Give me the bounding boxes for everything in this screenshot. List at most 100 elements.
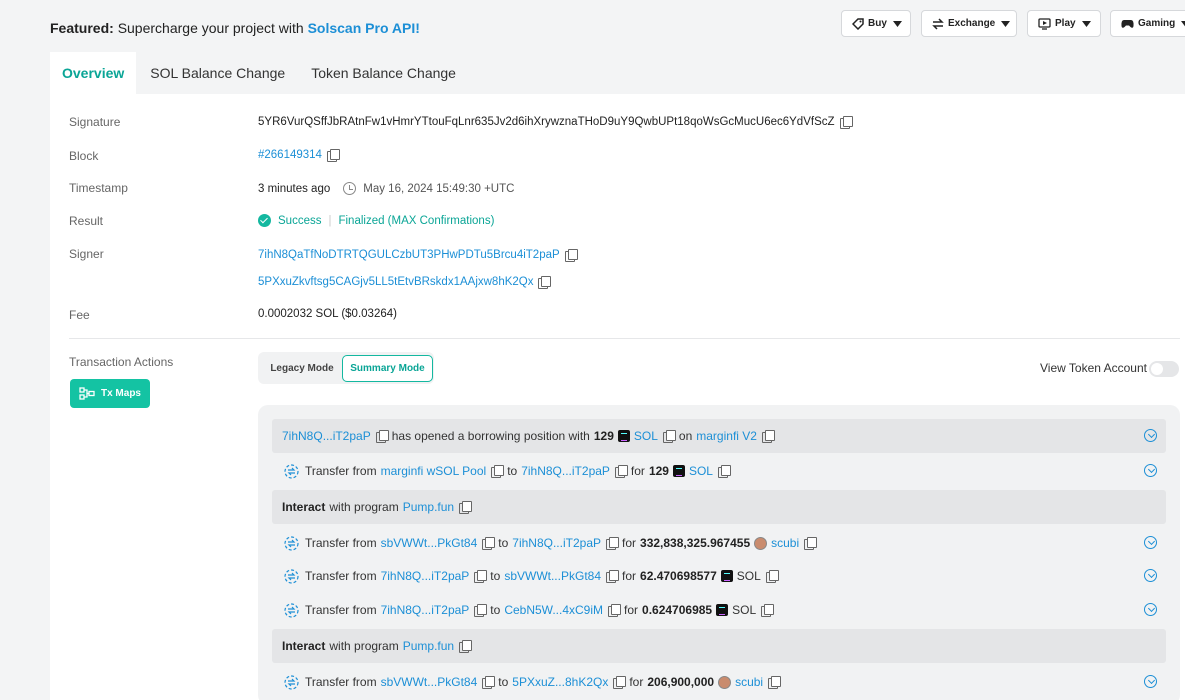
program-link[interactable]: Pump.fun <box>403 500 454 514</box>
from-link[interactable]: marginfi wSOL Pool <box>381 464 487 478</box>
transfer-text: Transfer from <box>305 536 377 550</box>
transfer-icon <box>284 463 299 479</box>
play-icon <box>1038 17 1051 30</box>
copy-icon[interactable] <box>761 430 775 443</box>
copy-icon[interactable] <box>491 465 505 478</box>
signature-row: 5YR6VurQSffJbRAtnFw1vHmrYTtouFqLnr635Jv2… <box>258 116 853 129</box>
tag-icon <box>852 17 864 30</box>
tx-maps-button[interactable]: Tx Maps <box>70 379 150 408</box>
token-link[interactable]: SOL <box>634 429 658 443</box>
to-text: to <box>507 464 518 478</box>
copy-icon[interactable] <box>606 570 619 583</box>
token-label: SOL <box>732 603 757 617</box>
view-token-account-toggle[interactable] <box>1149 361 1179 377</box>
to-link[interactable]: 7ihN8Q...iT2paP <box>521 464 610 478</box>
signature-value: 5YR6VurQSffJbRAtnFw1vHmrYTtouFqLnr635Jv2… <box>258 116 835 128</box>
signer-link-2[interactable]: 5PXxuZkvftsg5CAGjv5LL5tEtvBRskdx1AAjxw8h… <box>258 276 533 288</box>
summary-mode-button[interactable]: Summary Mode <box>342 355 433 382</box>
from-link[interactable]: sbVWWt...PkGt84 <box>381 536 478 550</box>
legacy-mode-button[interactable]: Legacy Mode <box>261 355 343 382</box>
from-link[interactable]: sbVWWt...PkGt84 <box>381 675 478 689</box>
copy-icon[interactable] <box>474 604 488 617</box>
sol-token-icon <box>617 430 630 442</box>
featured-link[interactable]: Solscan Pro API! <box>308 20 420 36</box>
chevron-down-circle-icon[interactable] <box>1144 603 1157 616</box>
result-row: Success | Finalized (MAX Confirmations) <box>258 214 494 227</box>
buy-label: Buy <box>868 18 887 29</box>
copy-icon[interactable] <box>564 249 578 262</box>
gaming-label: Gaming <box>1138 18 1176 29</box>
address-link[interactable]: 7ihN8Q...iT2paP <box>282 429 371 443</box>
copy-icon[interactable] <box>768 676 782 689</box>
copy-icon[interactable] <box>474 570 488 583</box>
action-row: Transfer from sbVWWt...PkGt84 to 7ihN8Q.… <box>272 526 1166 560</box>
token-link[interactable]: scubi <box>771 536 799 550</box>
action-row: Transfer from marginfi wSOL Pool to 7ihN… <box>272 454 1166 488</box>
from-link[interactable]: 7ihN8Q...iT2paP <box>381 569 470 583</box>
copy-icon[interactable] <box>326 149 340 162</box>
copy-icon[interactable] <box>459 501 473 514</box>
platform-link[interactable]: marginfi V2 <box>696 429 757 443</box>
amount: 206,900,000 <box>647 675 715 689</box>
chevron-down-circle-icon[interactable] <box>1144 569 1157 582</box>
sol-token-icon <box>672 465 685 477</box>
tab-overview[interactable]: Overview <box>50 52 137 94</box>
signer-row-2: 5PXxuZkvftsg5CAGjv5LL5tEtvBRskdx1AAjxw8h… <box>258 276 552 289</box>
copy-icon[interactable] <box>765 570 779 583</box>
play-button[interactable]: Play <box>1027 10 1101 37</box>
for-text: for <box>622 569 637 583</box>
program-link[interactable]: Pump.fun <box>403 639 454 653</box>
for-text: for <box>629 675 644 689</box>
copy-icon[interactable] <box>538 276 552 289</box>
copy-icon[interactable] <box>613 676 627 689</box>
token-link[interactable]: scubi <box>735 675 763 689</box>
copy-icon[interactable] <box>482 537 496 550</box>
to-link[interactable]: 7ihN8Q...iT2paP <box>512 536 601 550</box>
copy-icon[interactable] <box>717 465 731 478</box>
gaming-button[interactable]: Gaming <box>1110 10 1185 37</box>
top-bar: Featured: Supercharge your project with … <box>0 0 1185 50</box>
tab-sol-balance-change[interactable]: SOL Balance Change <box>136 52 297 94</box>
from-link[interactable]: 7ihN8Q...iT2paP <box>381 603 470 617</box>
block-row: #266149314 <box>258 149 340 162</box>
block-label: Block <box>69 149 99 163</box>
check-circle-icon <box>258 214 271 227</box>
on-text: on <box>678 429 693 443</box>
chevron-down-icon <box>1081 20 1091 27</box>
timestamp-row: 3 minutes ago May 16, 2024 15:49:30 +UTC <box>258 182 514 195</box>
chevron-down-circle-icon[interactable] <box>1144 675 1157 688</box>
timestamp-label: Timestamp <box>69 181 128 195</box>
action-row: Transfer from sbVWWt...PkGt84 to 5PXxuZ.… <box>272 665 1166 699</box>
chevron-down-circle-icon[interactable] <box>1144 429 1157 442</box>
chevron-down-circle-icon[interactable] <box>1144 464 1157 477</box>
tabs: Overview SOL Balance Change Token Balanc… <box>50 52 468 94</box>
copy-icon[interactable] <box>839 116 853 129</box>
signer-link-1[interactable]: 7ihN8QaTfNoDTRTQGULCzbUT3PHwPDTu5Brcu4iT… <box>258 249 560 261</box>
timestamp-absolute: May 16, 2024 15:49:30 +UTC <box>363 182 515 195</box>
transfer-text: Transfer from <box>305 569 377 583</box>
network-icon <box>79 387 95 400</box>
copy-icon[interactable] <box>482 676 496 689</box>
to-link[interactable]: CebN5W...4xC9iM <box>504 603 603 617</box>
token-link[interactable]: SOL <box>689 464 713 478</box>
copy-icon[interactable] <box>614 465 628 478</box>
exchange-label: Exchange <box>948 18 996 29</box>
copy-icon[interactable] <box>606 537 619 550</box>
copy-icon[interactable] <box>662 430 676 443</box>
exchange-button[interactable]: Exchange <box>921 10 1017 37</box>
tab-token-balance-change[interactable]: Token Balance Change <box>297 52 468 94</box>
chevron-down-circle-icon[interactable] <box>1144 536 1157 549</box>
with-program-text: with program <box>329 500 399 514</box>
copy-icon[interactable] <box>375 430 389 443</box>
scubi-token-icon <box>754 536 768 550</box>
block-link[interactable]: #266149314 <box>258 149 322 161</box>
chevron-down-icon <box>1001 20 1011 27</box>
copy-icon[interactable] <box>608 604 622 617</box>
buy-button[interactable]: Buy <box>841 10 911 37</box>
sol-token-icon <box>716 604 729 616</box>
copy-icon[interactable] <box>459 640 473 653</box>
copy-icon[interactable] <box>804 537 818 550</box>
to-link[interactable]: 5PXxuZ...8hK2Qx <box>512 675 608 689</box>
to-link[interactable]: sbVWWt...PkGt84 <box>504 569 601 583</box>
copy-icon[interactable] <box>761 604 775 617</box>
